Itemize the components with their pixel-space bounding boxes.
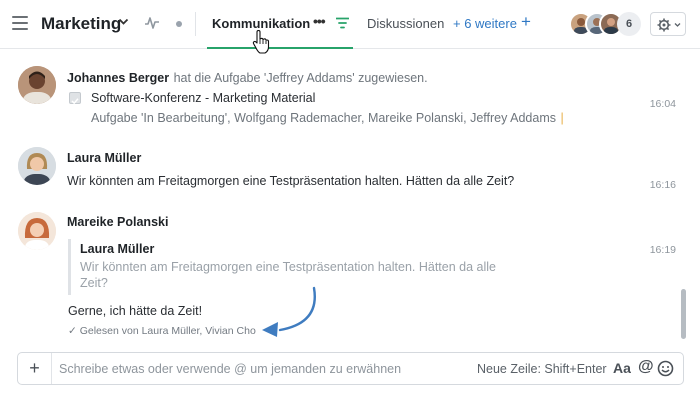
header-bar: Marketing Kommunikation ••• Diskussionen… — [0, 0, 700, 49]
timestamp: 16:04 — [649, 98, 676, 110]
filter-icon[interactable] — [335, 16, 350, 34]
system-text: hat die Aufgabe 'Jeffrey Addams' zugewie… — [173, 71, 428, 85]
author-name[interactable]: Mareike Polanski — [67, 215, 168, 229]
task-detail: Aufgabe 'In Bearbeitung', Wolfgang Radem… — [91, 111, 556, 125]
workspace-title[interactable]: Marketing — [41, 14, 121, 34]
tab-diskussionen[interactable]: Diskussionen — [367, 16, 444, 31]
timestamp: 16:19 — [649, 244, 676, 256]
system-line: Johannes Berger hat die Aufgabe 'Jeffrey… — [67, 69, 428, 87]
quote-author: Laura Müller — [80, 242, 155, 256]
message-input[interactable] — [59, 353, 469, 384]
task-detail-line: Aufgabe 'In Bearbeitung', Wolfgang Radem… — [91, 109, 564, 127]
emoji-icon[interactable] — [657, 360, 674, 382]
checkbox-icon[interactable] — [69, 92, 81, 105]
status-dot-icon — [176, 21, 182, 27]
more-tabs-link[interactable]: + 6 weitere — [453, 16, 517, 31]
quoted-message[interactable]: Laura Müller Wir könnten am Freitagmorge… — [68, 239, 588, 295]
tab-options-button[interactable]: ••• — [313, 13, 326, 29]
chevron-down-icon[interactable] — [118, 15, 129, 30]
hand-cursor-icon — [252, 29, 270, 59]
message-item: Laura Müller Wir könnten am Freitagmorge… — [0, 145, 690, 195]
divider — [195, 12, 196, 36]
avatar[interactable] — [18, 147, 56, 185]
gear-icon — [657, 18, 671, 32]
task-separator: | — [560, 111, 564, 125]
member-count-badge[interactable]: 6 — [617, 12, 641, 36]
add-tab-button[interactable]: + — [521, 12, 531, 32]
message-text: Wir könnten am Freitagmorgen eine Testpr… — [67, 174, 515, 188]
timestamp: 16:16 — [649, 179, 676, 191]
active-tab-indicator — [207, 47, 353, 49]
scrollbar-thumb[interactable] — [681, 289, 686, 339]
message-item: Johannes Berger hat die Aufgabe 'Jeffrey… — [0, 62, 690, 132]
settings-button[interactable] — [650, 12, 686, 36]
avatar[interactable] — [18, 212, 56, 250]
message-composer: + Neue Zeile: Shift+Enter Aa @ — [17, 352, 684, 385]
author-name[interactable]: Johannes Berger — [67, 71, 169, 85]
message-text: Gerne, ich hätte da Zeit! — [68, 304, 203, 318]
activity-icon[interactable] — [144, 15, 160, 36]
tab-kommunikation[interactable]: Kommunikation — [212, 16, 310, 31]
mention-button[interactable]: @ — [638, 358, 654, 376]
menu-icon[interactable] — [12, 16, 28, 30]
avatar[interactable] — [18, 66, 56, 104]
author-name[interactable]: Laura Müller — [67, 151, 141, 165]
read-receipt: ✓ Gelesen von Laura Müller, Vivian Cho — [68, 325, 256, 337]
curved-arrow-icon — [258, 285, 320, 346]
newline-hint: Neue Zeile: Shift+Enter — [477, 362, 607, 376]
format-button[interactable]: Aa — [613, 360, 631, 376]
add-attachment-button[interactable]: + — [18, 353, 52, 384]
task-title[interactable]: Software-Konferenz - Marketing Material — [91, 91, 315, 105]
